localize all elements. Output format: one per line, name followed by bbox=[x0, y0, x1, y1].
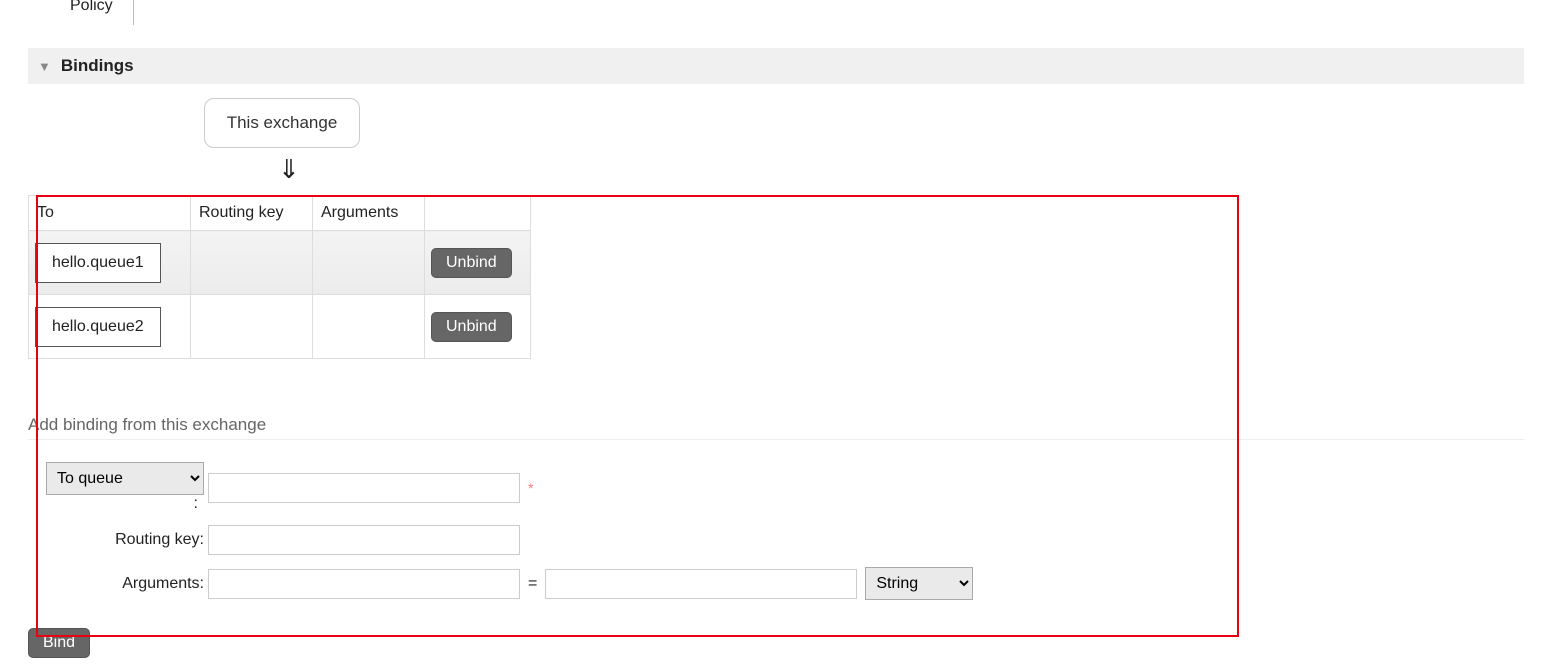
unbind-button[interactable]: Unbind bbox=[431, 312, 512, 342]
bindings-table: To Routing key Arguments hello.queue1 Un… bbox=[28, 195, 531, 359]
th-to: To bbox=[29, 196, 191, 231]
table-row: hello.queue1 Unbind bbox=[29, 231, 531, 295]
destination-type-select[interactable]: To queue bbox=[46, 462, 204, 495]
destination-name-input[interactable] bbox=[208, 473, 520, 503]
cell-arguments bbox=[313, 295, 425, 359]
table-row: hello.queue2 Unbind bbox=[29, 295, 531, 359]
label-arguments: Arguments: bbox=[28, 575, 208, 593]
th-actions bbox=[425, 196, 531, 231]
colon: : bbox=[194, 495, 198, 512]
add-binding-heading: Add binding from this exchange bbox=[28, 415, 1524, 440]
cell-arguments bbox=[313, 231, 425, 295]
down-arrow-icon: ⇓ bbox=[278, 154, 1524, 185]
section-title: Bindings bbox=[61, 56, 134, 76]
queue-link[interactable]: hello.queue2 bbox=[35, 307, 161, 347]
divider bbox=[133, 0, 134, 25]
queue-link[interactable]: hello.queue1 bbox=[35, 243, 161, 283]
equals-sign: = bbox=[528, 575, 537, 593]
cell-routing-key bbox=[191, 231, 313, 295]
th-arguments: Arguments bbox=[313, 196, 425, 231]
label-routing-key: Routing key: bbox=[28, 531, 208, 549]
collapse-icon: ▼ bbox=[38, 59, 51, 74]
section-header-bindings[interactable]: ▼ Bindings bbox=[28, 48, 1524, 84]
cell-routing-key bbox=[191, 295, 313, 359]
argument-value-input[interactable] bbox=[545, 569, 857, 599]
argument-key-input[interactable] bbox=[208, 569, 520, 599]
required-icon: * bbox=[528, 480, 533, 496]
label-policy: Policy bbox=[70, 0, 123, 15]
routing-key-input[interactable] bbox=[208, 525, 520, 555]
bind-button[interactable]: Bind bbox=[28, 628, 90, 658]
unbind-button[interactable]: Unbind bbox=[431, 248, 512, 278]
th-routing-key: Routing key bbox=[191, 196, 313, 231]
argument-type-select[interactable]: String bbox=[865, 567, 973, 600]
add-binding-form: To queue : * Routing key: Arguments: = bbox=[28, 462, 1524, 600]
exchange-node: This exchange bbox=[204, 98, 361, 148]
